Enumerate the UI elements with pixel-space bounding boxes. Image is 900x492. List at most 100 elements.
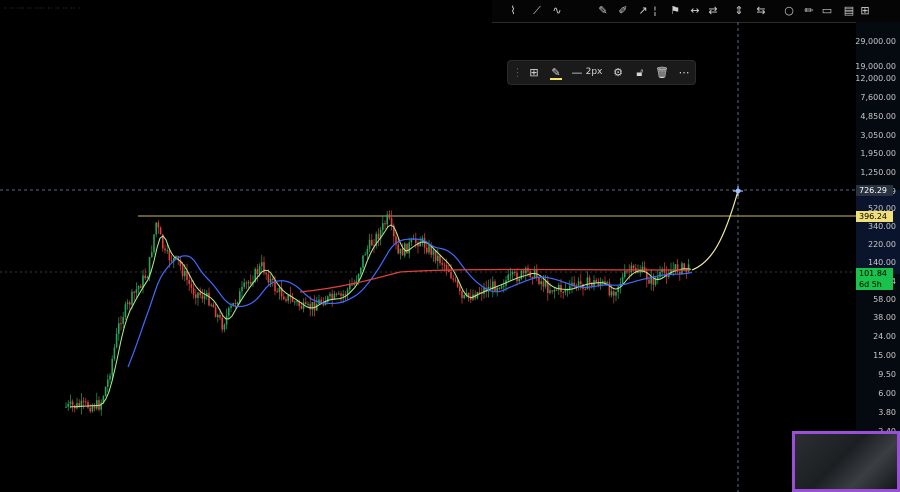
candle-body [210,304,212,306]
candle-body [401,248,404,256]
candle-body [388,214,391,219]
candle-body [538,277,540,285]
candle-body [681,263,683,274]
candle-body [624,271,626,277]
candle-body [199,292,201,296]
candle-body [236,302,239,304]
price-tick: 7,600.00 [860,93,896,102]
candle-body [371,240,373,246]
candle-body [366,248,369,255]
candle-body [221,317,223,330]
price-chart[interactable] [0,0,900,492]
candle-body [555,289,558,291]
candle-body [500,286,503,289]
candle-body [258,266,261,275]
candle-body [494,281,496,292]
candle-body [432,250,435,255]
candle-body [674,264,677,270]
candle-body [71,401,74,406]
candle-body [269,278,272,283]
candle-body [595,280,597,283]
price-tick: 24.00 [873,332,896,341]
candle-body [683,263,685,269]
candle-body [335,293,338,295]
candle-body [410,239,413,243]
candle-body [615,291,617,296]
candle-body [509,274,512,276]
candle-body [250,281,252,284]
candle-body [626,271,628,273]
candle-body [256,268,259,275]
candle-body [525,267,527,274]
candle-body [329,293,331,297]
candle-body [406,243,408,254]
candle-body [382,223,384,230]
price-tick: 15.00 [873,351,896,360]
candle-body [496,287,498,292]
candle-body [85,401,87,403]
candle-body [140,286,142,288]
price-tick: 6.00 [878,389,896,398]
price-tick: 38.00 [873,313,896,322]
candle-body [294,301,296,303]
candle-body [654,278,657,285]
price-tick: 29,000.00 [855,37,896,46]
candle-body [243,282,245,287]
candle-body [96,400,98,409]
price-tick: 220.00 [868,240,896,249]
candle-body [368,240,371,249]
candle-body [399,248,402,254]
candle-body [511,271,514,275]
candle-body [617,286,619,292]
candle-body [553,289,556,292]
candle-body [346,289,349,295]
candle-body [184,271,186,277]
candle-body [377,233,380,240]
candle-body [518,279,520,282]
candle-body [115,333,118,348]
candle-body [364,254,366,256]
candle-body [122,316,124,324]
candle-body [588,277,591,283]
candle-body [628,271,630,273]
candle-body [118,323,120,334]
candle-body [514,271,516,273]
candle-body [89,407,91,412]
candle-body [82,400,85,402]
candle-body [283,296,285,300]
line-price-tag: 396.24 [856,211,893,222]
candle-body [333,293,336,300]
candle-body [137,286,140,290]
candle-body [426,247,428,253]
candle-body [630,265,633,272]
candle-body [267,274,270,283]
candle-body [566,289,569,291]
candle-body [188,279,190,284]
price-tick: 140.00 [868,258,896,267]
candle-body [384,223,386,225]
candle-body [203,296,206,299]
candle-body [542,281,545,287]
candle-body [69,401,72,404]
candle-body [463,295,465,299]
candle-body [107,379,109,387]
candle-body [129,302,131,305]
candle-body [516,272,518,282]
candle-body [111,358,113,376]
candle-body [164,248,166,251]
candle-body [507,274,509,281]
candle-body [126,302,129,305]
candle-body [313,302,316,311]
candle-body [166,250,168,252]
candle-body [153,234,155,253]
candle-body [247,281,250,284]
candle-body [520,270,523,280]
candle-body [190,283,193,288]
candle-body [632,265,635,269]
candle-body [208,292,210,306]
candle-body [104,386,107,397]
price-axis[interactable]: 29,000.00 19,000.00 12,000.00 7,600.00 4,850… [855,22,900,442]
forecast-curve-drawing [691,190,739,271]
candle-body [197,292,199,298]
candle-body [441,263,443,265]
